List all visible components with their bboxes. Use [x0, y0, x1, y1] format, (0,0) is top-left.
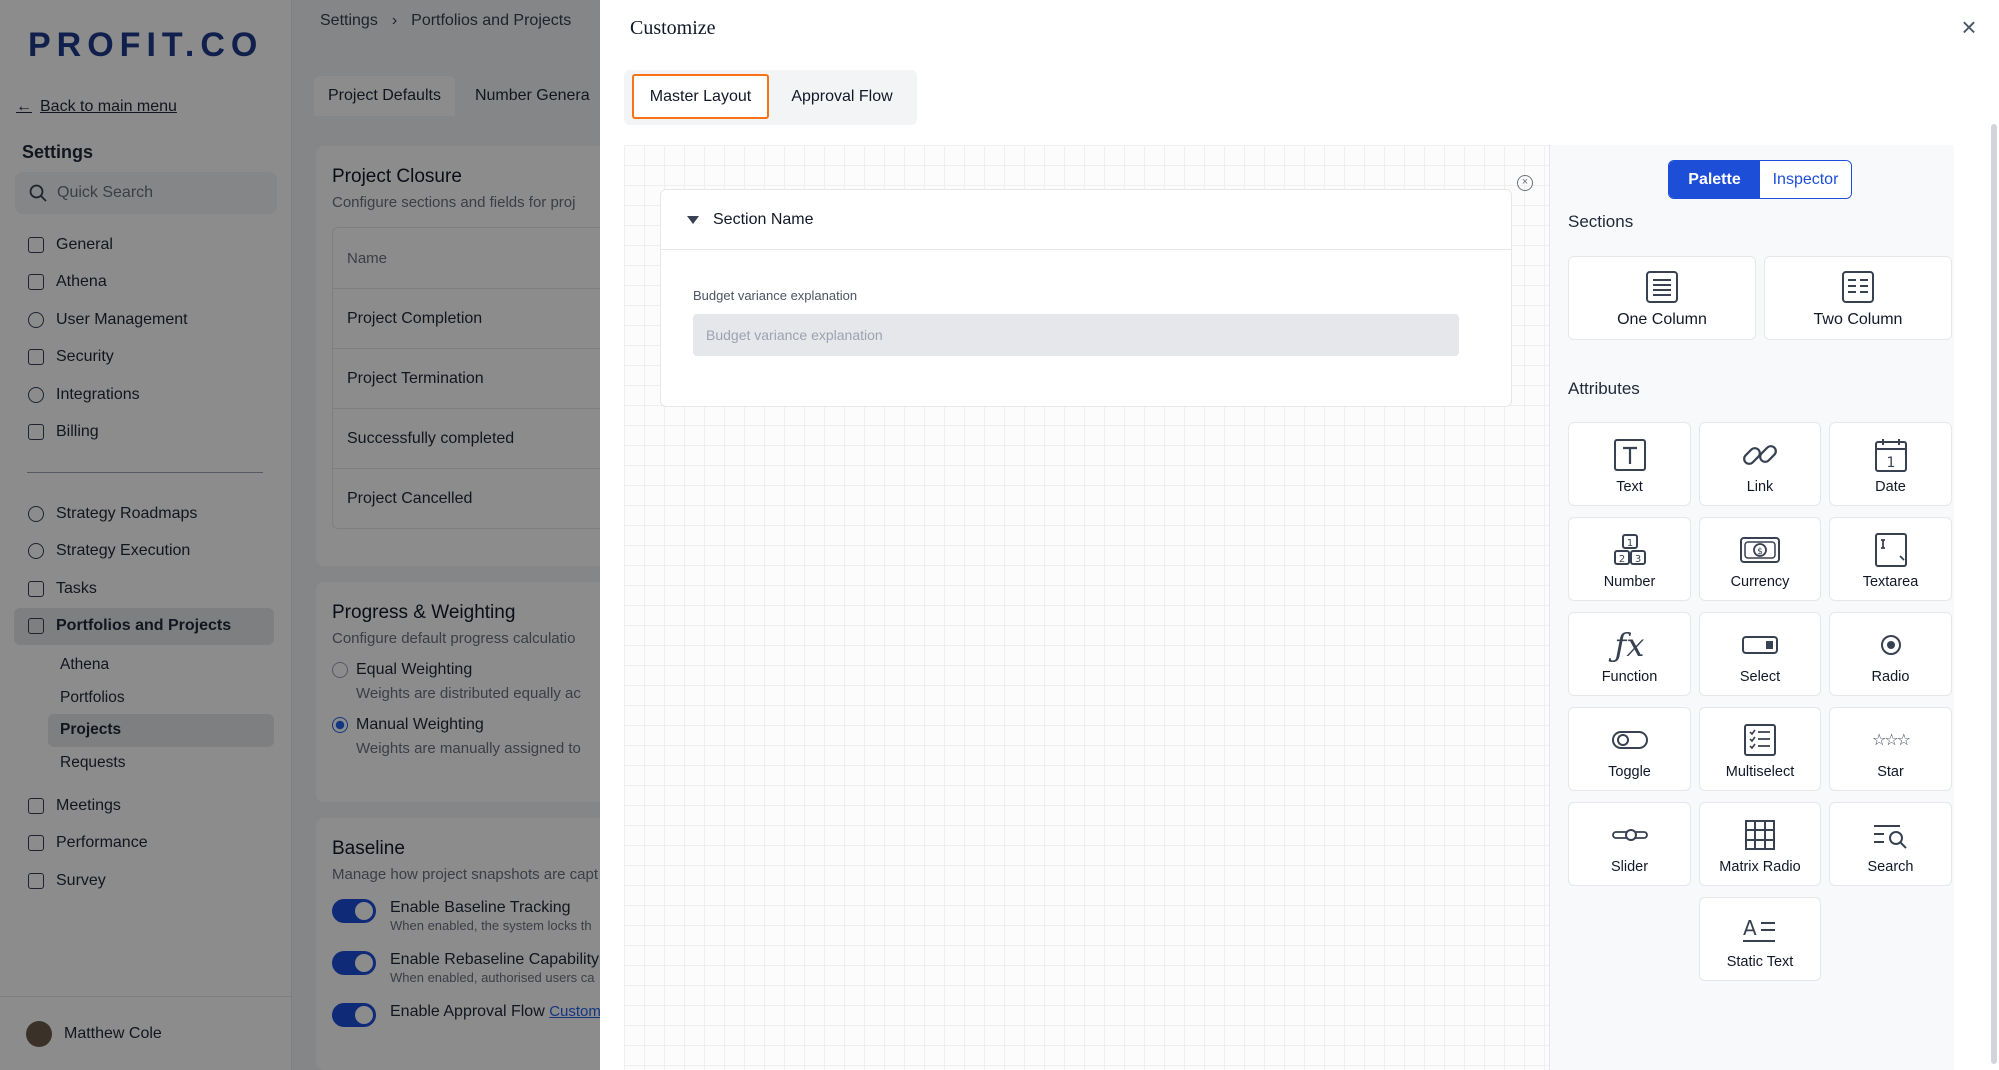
money-icon: $: [1700, 530, 1820, 570]
tile-search[interactable]: Search: [1829, 802, 1952, 886]
number-blocks-icon: 123: [1569, 530, 1690, 570]
field-label: Budget variance explanation: [693, 288, 858, 303]
tile-label: Search: [1867, 859, 1914, 875]
tile-multiselect[interactable]: Multiselect: [1699, 707, 1821, 791]
search-list-icon: [1830, 815, 1951, 855]
budget-variance-input[interactable]: [693, 314, 1459, 356]
palette-inspector-toggle: Palette Inspector: [1668, 160, 1852, 199]
one-column-icon: [1569, 267, 1755, 307]
close-icon[interactable]: ×: [1957, 14, 1981, 40]
tile-label: Date: [1875, 479, 1906, 495]
tab-approval-flow[interactable]: Approval Flow: [782, 74, 902, 119]
svg-text:1: 1: [1626, 538, 1632, 549]
svg-text:2: 2: [1618, 554, 1624, 565]
tab-master-layout[interactable]: Master Layout: [632, 74, 769, 119]
tile-label: Text: [1616, 479, 1643, 495]
tile-matrix-radio[interactable]: Matrix Radio: [1699, 802, 1821, 886]
tile-label: Matrix Radio: [1719, 859, 1801, 875]
tile-radio[interactable]: Radio: [1829, 612, 1952, 696]
tile-select[interactable]: Select: [1699, 612, 1821, 696]
tile-label: Function: [1601, 669, 1658, 685]
radio-icon: [1830, 625, 1951, 665]
tile-one-column[interactable]: One Column: [1568, 256, 1756, 340]
tile-label: Currency: [1730, 574, 1790, 590]
section-header[interactable]: Section Name: [661, 190, 1511, 250]
tile-label: Radio: [1871, 669, 1910, 685]
svg-text:A: A: [1743, 916, 1757, 940]
tile-slider[interactable]: Slider: [1568, 802, 1691, 886]
text-icon: [1569, 435, 1690, 475]
tile-label: Two Column: [1813, 311, 1903, 328]
tile-label: Number: [1603, 574, 1656, 590]
tile-label: Select: [1739, 669, 1781, 685]
grid-icon: [1700, 815, 1820, 855]
link-icon: [1700, 435, 1820, 475]
customize-modal: Customize × Master Layout Approval Flow …: [600, 0, 1999, 1070]
tile-star[interactable]: ☆☆☆ Star: [1829, 707, 1952, 791]
tile-textarea[interactable]: Textarea: [1829, 517, 1952, 601]
tile-label: Toggle: [1608, 764, 1651, 780]
tile-currency[interactable]: $ Currency: [1699, 517, 1821, 601]
modal-scrollbar[interactable]: [1991, 124, 1997, 1064]
inspector-button[interactable]: Inspector: [1760, 161, 1851, 198]
tile-label: Slider: [1610, 859, 1649, 875]
attributes-heading: Attributes: [1568, 379, 1640, 398]
calendar-icon: 1: [1830, 435, 1951, 475]
textarea-icon: [1830, 530, 1951, 570]
tile-date[interactable]: 1 Date: [1829, 422, 1952, 506]
tile-two-column[interactable]: Two Column: [1764, 256, 1952, 340]
modal-tabs: Master Layout Approval Flow: [624, 70, 917, 125]
tile-static-text[interactable]: A Static Text: [1699, 897, 1821, 981]
function-fx-icon: ƒx: [1614, 626, 1645, 664]
multiselect-icon: [1700, 720, 1820, 760]
toggle-icon: [1569, 720, 1690, 760]
slider-icon: [1569, 815, 1690, 855]
section-name: Section Name: [713, 210, 814, 228]
tile-label: Link: [1746, 479, 1774, 495]
tile-label: Textarea: [1862, 574, 1919, 590]
svg-text:$: $: [1757, 547, 1763, 557]
section-card[interactable]: Section Name Budget variance explanation: [660, 189, 1512, 407]
star-icon: ☆☆☆: [1871, 732, 1911, 749]
sections-heading: Sections: [1568, 212, 1634, 231]
remove-section-icon[interactable]: ×: [1517, 175, 1533, 191]
tile-label: Star: [1877, 764, 1904, 780]
tile-label: One Column: [1617, 311, 1707, 328]
modal-title: Customize: [630, 17, 716, 39]
layout-canvas[interactable]: Section Name Budget variance explanation…: [624, 145, 1549, 1070]
tile-text[interactable]: Text: [1568, 422, 1691, 506]
static-text-icon: A: [1700, 910, 1820, 950]
tile-label: Static Text: [1726, 954, 1794, 970]
tile-label: Multiselect: [1725, 764, 1795, 780]
tile-number[interactable]: 123 Number: [1568, 517, 1691, 601]
tile-link[interactable]: Link: [1699, 422, 1821, 506]
svg-text:1: 1: [1886, 455, 1895, 471]
palette-panel: Palette Inspector Sections One Column Tw…: [1549, 145, 1954, 1070]
svg-text:3: 3: [1634, 554, 1640, 565]
tile-toggle[interactable]: Toggle: [1568, 707, 1691, 791]
caret-down-icon[interactable]: [687, 215, 699, 224]
two-column-icon: [1765, 267, 1951, 307]
palette-button[interactable]: Palette: [1669, 161, 1760, 198]
select-icon: [1700, 625, 1820, 665]
tile-function[interactable]: ƒx Function: [1568, 612, 1691, 696]
